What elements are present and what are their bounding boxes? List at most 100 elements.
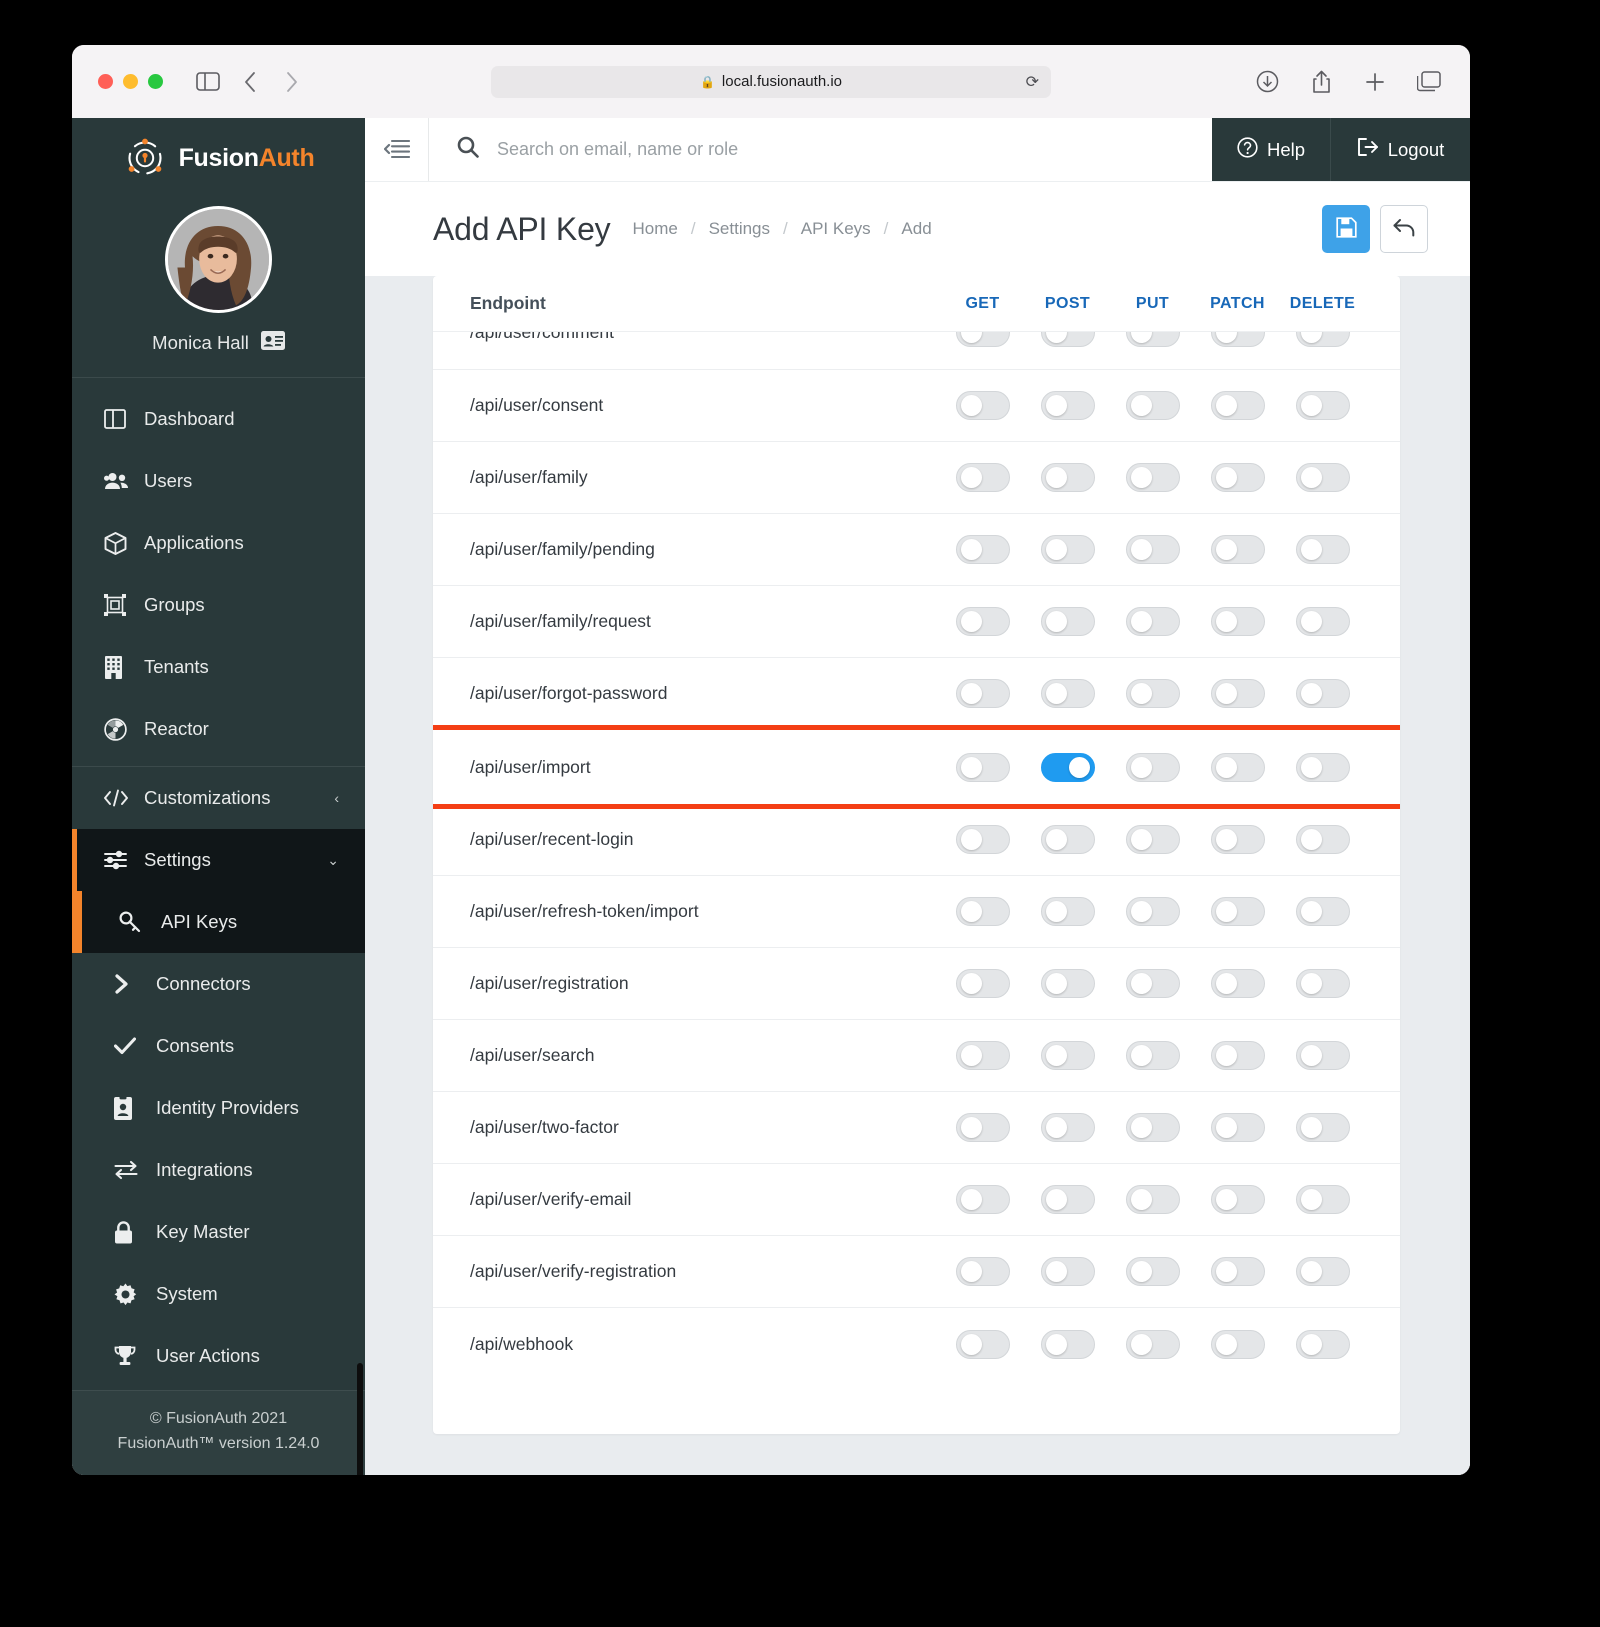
- toggle-delete[interactable]: [1295, 752, 1350, 782]
- toggle-get[interactable]: [955, 391, 1010, 420]
- toggle-patch[interactable]: [1210, 1185, 1265, 1214]
- toggle-patch[interactable]: [1210, 391, 1265, 420]
- search-input[interactable]: [497, 139, 1212, 160]
- toggle-patch[interactable]: [1210, 752, 1265, 782]
- maximize-window-button[interactable]: [148, 74, 163, 89]
- toggle-delete[interactable]: [1295, 825, 1350, 854]
- toggle-post[interactable]: [1040, 607, 1095, 636]
- toggle-post[interactable]: [1040, 1113, 1095, 1142]
- tab-overview-icon[interactable]: [1406, 64, 1452, 100]
- back-arrow-icon[interactable]: [229, 64, 271, 100]
- toggle-put[interactable]: [1125, 825, 1180, 854]
- toggle-patch[interactable]: [1210, 969, 1265, 998]
- sidebar-item-integrations[interactable]: Integrations: [72, 1139, 365, 1201]
- save-button[interactable]: [1322, 205, 1370, 253]
- toggle-put[interactable]: [1125, 535, 1180, 564]
- toggle-patch[interactable]: [1210, 1113, 1265, 1142]
- toggle-post[interactable]: [1040, 825, 1095, 854]
- toggle-patch[interactable]: [1210, 463, 1265, 492]
- toggle-post[interactable]: [1040, 332, 1095, 347]
- toggle-put[interactable]: [1125, 969, 1180, 998]
- sidebar-item-identity-providers[interactable]: Identity Providers: [72, 1077, 365, 1139]
- id-badge-icon[interactable]: [260, 331, 285, 355]
- toggle-patch[interactable]: [1210, 1329, 1265, 1359]
- toggle-post[interactable]: [1040, 752, 1095, 782]
- close-window-button[interactable]: [98, 74, 113, 89]
- forward-arrow-icon[interactable]: [271, 64, 313, 100]
- cancel-back-button[interactable]: [1380, 205, 1428, 253]
- toggle-patch[interactable]: [1210, 825, 1265, 854]
- sidebar-item-api-keys[interactable]: API Keys: [77, 891, 365, 953]
- toggle-put[interactable]: [1125, 1041, 1180, 1070]
- toggle-delete[interactable]: [1295, 679, 1350, 708]
- toggle-delete[interactable]: [1295, 969, 1350, 998]
- toggle-put[interactable]: [1125, 463, 1180, 492]
- toggle-put[interactable]: [1125, 897, 1180, 926]
- toggle-post[interactable]: [1040, 463, 1095, 492]
- toggle-get[interactable]: [955, 607, 1010, 636]
- breadcrumb-add[interactable]: Add: [901, 219, 931, 239]
- toggle-delete[interactable]: [1295, 1329, 1350, 1359]
- toggle-put[interactable]: [1125, 752, 1180, 782]
- toggle-patch[interactable]: [1210, 897, 1265, 926]
- sidebar-item-tenants[interactable]: Tenants: [72, 636, 365, 698]
- toggle-post[interactable]: [1040, 679, 1095, 708]
- toggle-put[interactable]: [1125, 391, 1180, 420]
- toggle-delete[interactable]: [1295, 1257, 1350, 1286]
- toggle-get[interactable]: [955, 825, 1010, 854]
- help-button[interactable]: Help: [1212, 118, 1330, 181]
- sidebar-scrollbar[interactable]: [357, 1363, 363, 1475]
- toggle-post[interactable]: [1040, 535, 1095, 564]
- address-bar[interactable]: 🔒 local.fusionauth.io ⟳: [491, 65, 1051, 98]
- sidebar-item-consents[interactable]: Consents: [72, 1015, 365, 1077]
- toggle-post[interactable]: [1040, 1329, 1095, 1359]
- sidebar-item-groups[interactable]: Groups: [72, 574, 365, 636]
- toggle-get[interactable]: [955, 1329, 1010, 1359]
- toggle-get[interactable]: [955, 1185, 1010, 1214]
- breadcrumb-settings[interactable]: Settings: [709, 219, 770, 239]
- brand-logo[interactable]: FusionAuth: [72, 118, 365, 190]
- toggle-put[interactable]: [1125, 679, 1180, 708]
- logout-button[interactable]: Logout: [1330, 118, 1470, 181]
- toggle-put[interactable]: [1125, 607, 1180, 636]
- collapse-sidebar-icon[interactable]: [365, 118, 429, 181]
- toggle-delete[interactable]: [1295, 463, 1350, 492]
- sidebar-item-customizations[interactable]: Customizations ‹: [72, 767, 365, 829]
- toggle-get[interactable]: [955, 332, 1010, 347]
- toggle-get[interactable]: [955, 679, 1010, 708]
- toggle-patch[interactable]: [1210, 1257, 1265, 1286]
- toggle-delete[interactable]: [1295, 391, 1350, 420]
- sidebar-item-connectors[interactable]: Connectors: [72, 953, 365, 1015]
- toggle-post[interactable]: [1040, 1185, 1095, 1214]
- toggle-delete[interactable]: [1295, 332, 1350, 347]
- sidebar-item-settings[interactable]: Settings ⌄: [77, 829, 365, 891]
- toggle-patch[interactable]: [1210, 679, 1265, 708]
- toggle-patch[interactable]: [1210, 1041, 1265, 1070]
- toggle-get[interactable]: [955, 1113, 1010, 1142]
- sidebar-item-key-master[interactable]: Key Master: [72, 1201, 365, 1263]
- plus-icon[interactable]: [1352, 64, 1398, 100]
- sidebar-item-user-actions[interactable]: User Actions: [72, 1325, 365, 1387]
- sidebar-item-dashboard[interactable]: Dashboard: [72, 388, 365, 450]
- toggle-get[interactable]: [955, 1041, 1010, 1070]
- toggle-get[interactable]: [955, 1257, 1010, 1286]
- toggle-get[interactable]: [955, 752, 1010, 782]
- sidebar-item-users[interactable]: Users: [72, 450, 365, 512]
- breadcrumb-home[interactable]: Home: [632, 219, 677, 239]
- toggle-delete[interactable]: [1295, 1113, 1350, 1142]
- toggle-put[interactable]: [1125, 1185, 1180, 1214]
- sidebar-toggle-icon[interactable]: [187, 64, 229, 100]
- sidebar-item-reactor[interactable]: Reactor: [72, 698, 365, 760]
- toggle-put[interactable]: [1125, 332, 1180, 347]
- toggle-get[interactable]: [955, 463, 1010, 492]
- toggle-patch[interactable]: [1210, 607, 1265, 636]
- toggle-post[interactable]: [1040, 391, 1095, 420]
- toggle-get[interactable]: [955, 535, 1010, 564]
- sidebar-item-system[interactable]: System: [72, 1263, 365, 1325]
- toggle-put[interactable]: [1125, 1113, 1180, 1142]
- toggle-delete[interactable]: [1295, 607, 1350, 636]
- toggle-delete[interactable]: [1295, 897, 1350, 926]
- sidebar-item-applications[interactable]: Applications: [72, 512, 365, 574]
- minimize-window-button[interactable]: [123, 74, 138, 89]
- toggle-delete[interactable]: [1295, 1185, 1350, 1214]
